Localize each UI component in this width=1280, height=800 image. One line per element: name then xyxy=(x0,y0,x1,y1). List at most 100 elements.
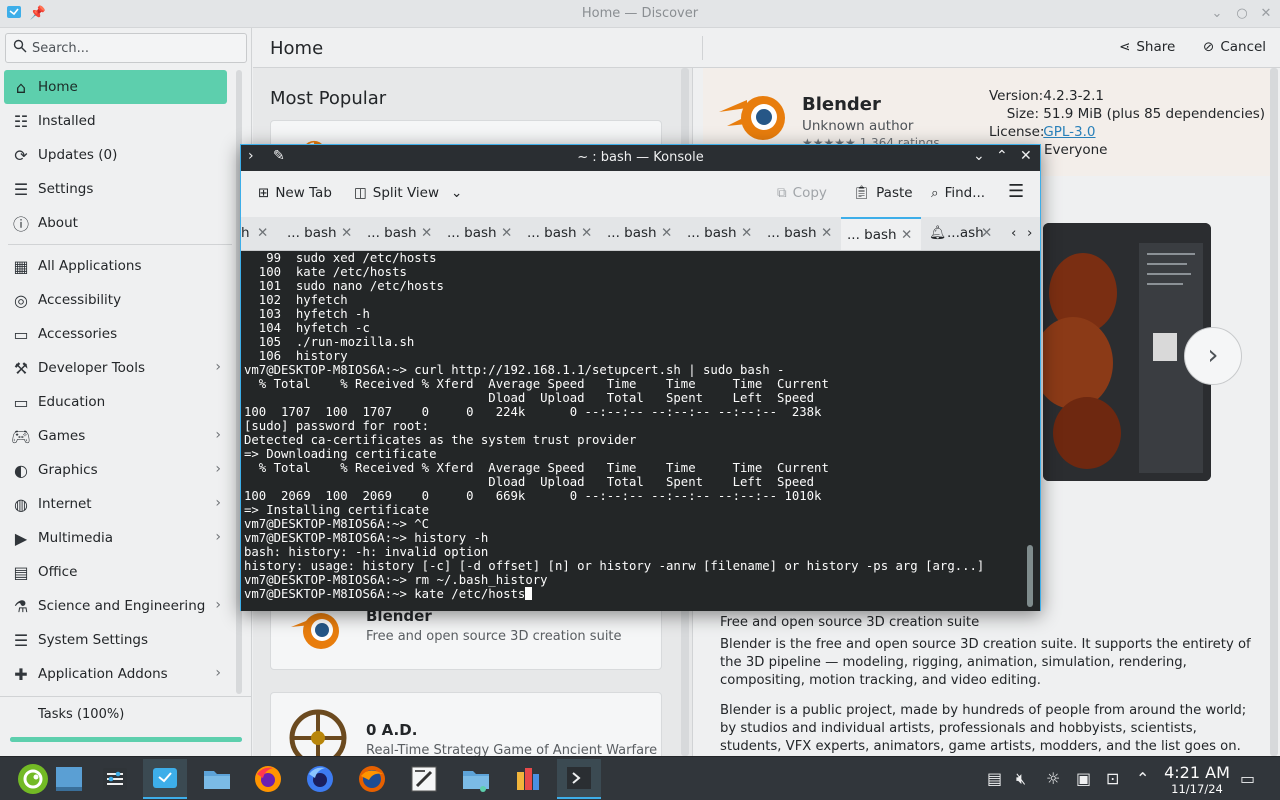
next-screenshot-button[interactable]: › xyxy=(1184,327,1242,385)
tab-label: ... bash xyxy=(687,225,737,241)
sidebar-item-label: About xyxy=(38,215,78,231)
file-manager-launcher[interactable] xyxy=(454,759,498,799)
close-tab-icon[interactable]: ✕ xyxy=(341,225,352,241)
sidebar-item-developer-tools[interactable]: ⚒ Developer Tools › xyxy=(4,351,227,385)
tab[interactable]: ... bash ✕ xyxy=(441,217,521,250)
system-settings-launcher[interactable] xyxy=(93,759,137,799)
close-icon[interactable]: ✕ xyxy=(1020,148,1032,164)
paste-button[interactable]: 📋︎ Paste xyxy=(853,185,913,201)
terminal-output[interactable]: 99 sudo xed /etc/hosts 100 kate /etc/hos… xyxy=(241,251,1040,611)
storage-icon[interactable]: ▣ xyxy=(1076,769,1091,788)
sidebar-item-education[interactable]: ▭ Education xyxy=(4,385,227,419)
kate-launcher[interactable] xyxy=(402,759,446,799)
close-tab-icon[interactable]: ✕ xyxy=(421,225,432,241)
tab[interactable]: ... bash ✕ xyxy=(601,217,681,250)
tab-active[interactable]: ... bash ✕ xyxy=(841,217,921,250)
scroll-tabs-left-button[interactable]: ‹ xyxy=(1009,217,1025,250)
sidebar-item-science[interactable]: ⚗ Science and Engineering › xyxy=(4,589,227,623)
tab[interactable]: h ✕ xyxy=(235,217,275,250)
chevron-up-icon[interactable]: ⌃ xyxy=(1136,769,1149,788)
license-key: License: xyxy=(989,124,1045,140)
firefox-nightly-launcher[interactable] xyxy=(350,759,394,799)
version-key: Version: xyxy=(989,88,1044,104)
close-tab-icon[interactable]: ✕ xyxy=(501,225,512,241)
tab[interactable]: ... bash ✕ xyxy=(521,217,601,250)
sidebar-item-internet[interactable]: ◍ Internet › xyxy=(4,487,227,521)
split-view-button[interactable]: ◫ Split View ⌄ xyxy=(354,185,462,201)
minimize-icon[interactable]: ⌄ xyxy=(1207,4,1227,24)
sidebar-item-graphics[interactable]: ◐ Graphics › xyxy=(4,453,227,487)
sidebar-item-multimedia[interactable]: ▶ Multimedia › xyxy=(4,521,227,555)
sidebar-item-about[interactable]: ⓘ About xyxy=(4,206,227,240)
terminal-line: vm7@DESKTOP-M8IOS6A:~> curl http://192.1… xyxy=(244,363,785,377)
close-tab-icon[interactable]: ✕ xyxy=(741,225,752,241)
sidebar-item-accessibility[interactable]: ◎ Accessibility xyxy=(4,283,227,317)
tab[interactable]: ... bash ✕ xyxy=(281,217,361,250)
sidebar-item-label: Graphics xyxy=(38,462,98,478)
tasks-panel[interactable]: Tasks (100%) xyxy=(0,696,252,756)
konsole-task[interactable] xyxy=(557,759,601,799)
network-icon[interactable]: ⊡ xyxy=(1106,769,1119,788)
search-input[interactable]: Search... xyxy=(5,33,247,63)
sidebar-nav: ⌂ Home ☷ Installed ⟳ Updates (0) ☰ Settings … xyxy=(0,70,240,691)
sidebar-item-all-applications[interactable]: ▦ All Applications xyxy=(4,249,227,283)
brightness-icon[interactable]: ☼ xyxy=(1046,769,1060,788)
tab[interactable]: ... bash ✕ xyxy=(761,217,841,250)
sidebar-item-games[interactable]: 🎮︎ Games › xyxy=(4,419,227,453)
scroll-tabs-right-button[interactable]: › xyxy=(1025,217,1041,250)
palette-icon: ◐ xyxy=(14,460,28,480)
sidebar-item-office[interactable]: ▤ Office xyxy=(4,555,227,589)
show-desktop-button[interactable] xyxy=(47,759,91,799)
discover-task[interactable] xyxy=(143,759,187,799)
office-launcher[interactable] xyxy=(506,759,550,799)
close-tab-icon[interactable]: ✕ xyxy=(661,225,672,241)
show-desktop-icon[interactable]: ▭ xyxy=(1240,769,1255,788)
terminal-scrollbar[interactable] xyxy=(1027,545,1033,607)
clipboard-icon[interactable]: ▤ xyxy=(987,769,1002,788)
tab[interactable]: ... bash ✕ xyxy=(361,217,441,250)
detail-summary: Free and open source 3D creation suite xyxy=(720,615,980,630)
volume-muted-icon[interactable]: 🔇︎ xyxy=(1016,769,1026,789)
sidebar-item-home[interactable]: ⌂ Home xyxy=(4,70,227,104)
find-button[interactable]: ⌕ Find... xyxy=(931,185,985,201)
terminal-icon xyxy=(567,767,591,789)
close-icon[interactable]: ✕ xyxy=(1256,4,1276,24)
share-label: Share xyxy=(1136,39,1176,55)
close-tab-icon[interactable]: ✕ xyxy=(981,225,992,241)
sidebar-item-system-settings[interactable]: ☰ System Settings xyxy=(4,623,227,657)
close-tab-icon[interactable]: ✕ xyxy=(901,227,912,243)
new-tab-button[interactable]: ⊞ New Tab xyxy=(258,185,332,201)
detail-scrollbar[interactable] xyxy=(1270,68,1278,756)
close-tab-icon[interactable]: ✕ xyxy=(581,225,592,241)
copy-button[interactable]: ⧉ Copy xyxy=(777,185,827,201)
accessories-icon: ▭ xyxy=(13,324,29,344)
maximize-icon[interactable]: ⌃ xyxy=(996,148,1008,164)
dolphin-launcher[interactable] xyxy=(195,759,239,799)
close-tab-icon[interactable]: ✕ xyxy=(821,225,832,241)
sidebar-item-application-addons[interactable]: ✚ Application Addons › xyxy=(4,657,227,691)
tab[interactable]: 🔔︎ ...ash ✕ xyxy=(921,217,1001,250)
sidebar-item-accessories[interactable]: ▭ Accessories xyxy=(4,317,227,351)
close-tab-icon[interactable]: ✕ xyxy=(257,225,268,241)
sidebar-item-updates[interactable]: ⟳ Updates (0) xyxy=(4,138,227,172)
maximize-icon[interactable]: ○ xyxy=(1232,4,1252,24)
minimize-icon[interactable]: ⌄ xyxy=(973,148,985,164)
detail-description-1: Blender is the free and open source 3D c… xyxy=(720,637,1251,688)
sidebar-item-label: Application Addons xyxy=(38,666,168,682)
sidebar-item-settings[interactable]: ☰ Settings xyxy=(4,172,227,206)
license-link[interactable]: GPL-3.0 xyxy=(1043,124,1095,140)
firefox-launcher[interactable] xyxy=(246,759,290,799)
firefox-dev-launcher[interactable] xyxy=(298,759,342,799)
firefox-classic-icon xyxy=(359,766,385,792)
paste-label: Paste xyxy=(876,185,913,201)
app-card-0ad[interactable]: 0 A.D. Real-Time Strategy Game of Ancien… xyxy=(270,692,662,756)
terminal-line: 106 history xyxy=(244,349,348,363)
size-value: 51.9 MiB (plus 85 dependencies) xyxy=(1043,106,1266,122)
hamburger-menu-button[interactable]: ☰ xyxy=(1008,181,1024,202)
digital-clock[interactable]: 4:21 AM 11/17/24 xyxy=(1160,763,1234,796)
cancel-button[interactable]: ⊘ Cancel xyxy=(1203,39,1266,55)
taskbar: ▤ 🔇︎ ☼ ▣ ⊡ ⌃ 4:21 AM 11/17/24 ▭ xyxy=(0,756,1280,800)
share-button[interactable]: ⋖ Share xyxy=(1119,39,1175,55)
tab[interactable]: ... bash ✕ xyxy=(681,217,761,250)
sidebar-item-installed[interactable]: ☷ Installed xyxy=(4,104,227,138)
